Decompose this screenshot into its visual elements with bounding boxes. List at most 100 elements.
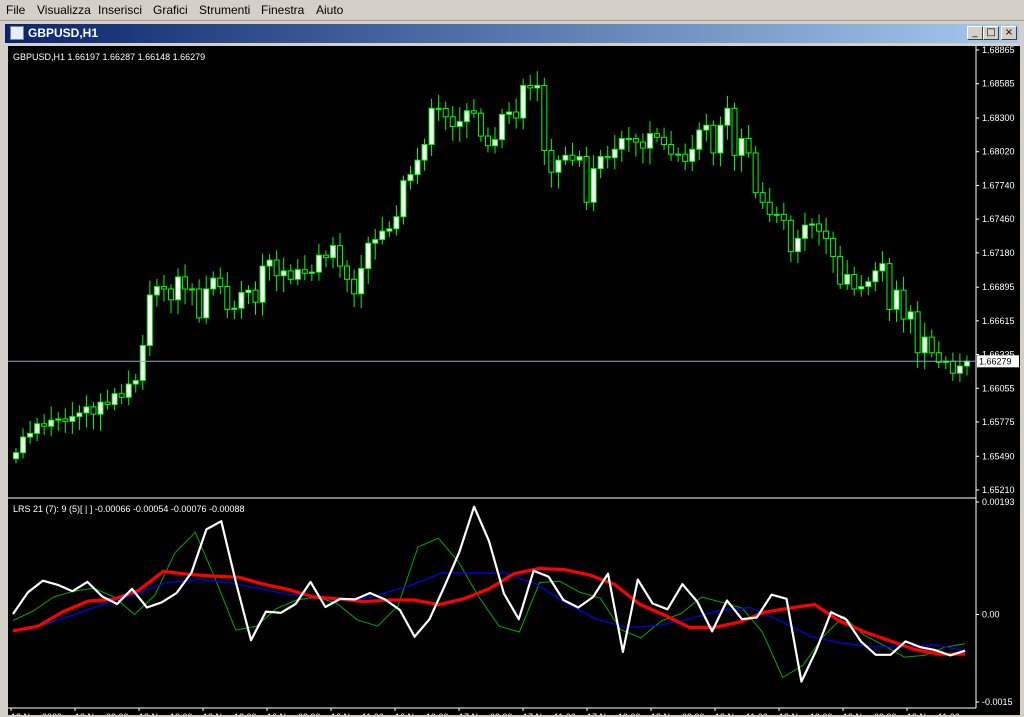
window-titlebar[interactable]: GBPUSD,H1 _ □ × — [5, 24, 1019, 43]
candle-body[interactable] — [914, 311, 921, 354]
candle-body[interactable] — [55, 418, 62, 421]
candle-body[interactable] — [449, 116, 456, 127]
candle-body[interactable] — [752, 152, 759, 194]
candle-body[interactable] — [520, 85, 527, 119]
candle-body[interactable] — [266, 259, 273, 267]
menu-aiuto[interactable]: Aiuto — [316, 3, 343, 17]
candle-body[interactable] — [541, 85, 548, 152]
candle-body[interactable] — [858, 286, 865, 290]
candle-body[interactable] — [956, 365, 963, 374]
close-button[interactable]: × — [1001, 26, 1017, 40]
candle-body[interactable] — [365, 242, 372, 269]
candle-body[interactable] — [590, 168, 597, 203]
candle-body[interactable] — [97, 401, 104, 415]
candle-body[interactable] — [949, 360, 956, 374]
menu-file[interactable]: File — [6, 3, 25, 17]
candle-body[interactable] — [470, 110, 477, 114]
candle-body[interactable] — [632, 137, 639, 143]
candle-body[interactable] — [534, 85, 541, 89]
candle-body[interactable] — [153, 286, 160, 296]
candle-body[interactable] — [703, 124, 710, 131]
candle-body[interactable] — [273, 259, 280, 277]
candle-body[interactable] — [414, 159, 421, 176]
candle-body[interactable] — [238, 292, 245, 309]
candle-body[interactable] — [661, 136, 668, 146]
candle-body[interactable] — [879, 263, 886, 272]
candle-body[interactable] — [604, 156, 611, 159]
candle-body[interactable] — [175, 276, 182, 301]
candle-body[interactable] — [189, 288, 196, 291]
candle-body[interactable] — [492, 139, 498, 147]
candle-body[interactable] — [463, 110, 470, 123]
candle-body[interactable] — [548, 150, 555, 173]
candle-body[interactable] — [442, 107, 449, 118]
candle-body[interactable] — [217, 277, 224, 288]
candle-body[interactable] — [386, 228, 393, 232]
candle-body[interactable] — [886, 263, 893, 310]
candle-body[interactable] — [830, 237, 837, 257]
candle-body[interactable] — [851, 274, 858, 290]
candle-body[interactable] — [287, 270, 294, 280]
candle-body[interactable] — [76, 412, 83, 418]
candle-body[interactable] — [928, 336, 935, 354]
candle-body[interactable] — [182, 276, 189, 290]
candle-body[interactable] — [428, 107, 435, 146]
candle-body[interactable] — [62, 418, 69, 422]
candle-body[interactable] — [407, 174, 414, 182]
candle-body[interactable] — [787, 219, 794, 253]
candle-body[interactable] — [611, 148, 618, 159]
candle-body[interactable] — [308, 271, 315, 274]
candle-body[interactable] — [344, 265, 351, 280]
candle-body[interactable] — [527, 85, 534, 89]
candle-body[interactable] — [379, 230, 386, 241]
candle-body[interactable] — [780, 213, 787, 221]
candle-body[interactable] — [456, 121, 463, 127]
candle-body[interactable] — [499, 113, 506, 141]
candle-body[interactable] — [837, 255, 844, 285]
candle-body[interactable] — [393, 216, 400, 230]
maximize-button[interactable]: □ — [983, 26, 999, 40]
candle-body[interactable] — [167, 288, 174, 301]
candle-body[interactable] — [259, 265, 266, 303]
candle-body[interactable] — [513, 111, 520, 119]
candle-body[interactable] — [329, 245, 336, 259]
candle-body[interactable] — [484, 135, 491, 147]
chart-svg[interactable]: GBPUSD,H1 1.66197 1.66287 1.66148 1.6627… — [8, 46, 1020, 715]
candle-body[interactable] — [400, 180, 407, 218]
candle-body[interactable] — [315, 254, 322, 273]
candle-body[interactable] — [823, 230, 830, 239]
candle-body[interactable] — [569, 154, 576, 161]
candle-body[interactable] — [738, 137, 745, 156]
candle-body[interactable] — [69, 416, 76, 422]
candle-body[interactable] — [731, 107, 738, 156]
candle-body[interactable] — [689, 148, 696, 162]
candle-body[interactable] — [139, 345, 146, 381]
candle-body[interactable] — [583, 156, 590, 203]
candle-body[interactable] — [245, 289, 252, 294]
candle-body[interactable] — [808, 223, 815, 226]
candle-body[interactable] — [90, 406, 97, 415]
candle-body[interactable] — [160, 286, 167, 290]
candle-body[interactable] — [231, 307, 238, 310]
candle-body[interactable] — [907, 311, 914, 320]
candle-body[interactable] — [322, 254, 329, 259]
candle-body[interactable] — [654, 133, 661, 138]
candle-body[interactable] — [421, 144, 428, 161]
candle-body[interactable] — [618, 137, 625, 150]
candle-body[interactable] — [506, 111, 513, 115]
candle-body[interactable] — [963, 360, 970, 367]
candle-body[interactable] — [27, 432, 34, 438]
candle-body[interactable] — [646, 133, 653, 149]
candle-body[interactable] — [372, 239, 379, 244]
candle-body[interactable] — [816, 223, 823, 232]
candle-body[interactable] — [773, 213, 780, 216]
minimize-button[interactable]: _ — [967, 26, 983, 40]
candle-body[interactable] — [34, 423, 41, 434]
candle-body[interactable] — [893, 289, 900, 310]
candle-body[interactable] — [146, 294, 153, 347]
candle-body[interactable] — [844, 274, 851, 285]
candle-body[interactable] — [125, 383, 132, 398]
candle-body[interactable] — [210, 277, 217, 290]
candle-body[interactable] — [118, 393, 125, 398]
candle-body[interactable] — [104, 401, 111, 406]
